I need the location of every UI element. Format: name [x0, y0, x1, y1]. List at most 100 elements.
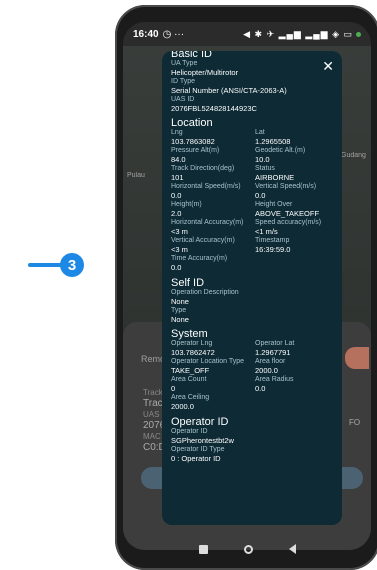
field-label: Area floor [255, 358, 286, 365]
location-field: Track Direction(deg) 101 [171, 165, 255, 183]
field-label: Status [255, 165, 275, 172]
location-field: Height Over ABOVE_TAKEOFF [255, 201, 339, 219]
field-label: Time Accuracy(m) [171, 255, 228, 262]
location-field: Vertical Speed(m/s) 0.0 [255, 183, 339, 201]
location-field: Pressure Alt(m) 84.0 [171, 147, 255, 165]
field-label: Vertical Accuracy(m) [171, 237, 235, 244]
field-label: Operator Location Type [171, 358, 245, 365]
field-label: Geodetic Alt.(m) [255, 147, 306, 154]
navigation-bar [123, 538, 371, 560]
field-label: Lat [255, 129, 265, 136]
field-value: 0.0 [171, 191, 182, 200]
location-field: Time Accuracy(m) 0.0 [171, 255, 255, 273]
field-value: 16:39:59.0 [255, 245, 291, 254]
battery-indicator-icon [356, 31, 361, 37]
field-label: Height(m) [171, 201, 202, 208]
field-value: <3 m [171, 227, 188, 236]
field-value: AIRBORNE [255, 173, 295, 182]
field-value: 103.7862472 [171, 348, 215, 357]
location-field: Lng 103.7863082 [171, 129, 255, 147]
field-label: Operator Lng [171, 340, 213, 347]
field-label: Vertical Speed(m/s) [255, 183, 317, 190]
field-value: 1.2967791 [255, 348, 291, 357]
section-title-system: System [171, 328, 208, 340]
section-title-location: Location [171, 117, 213, 129]
field-label: Height Over [255, 201, 293, 208]
field-value: None [171, 315, 189, 324]
field-value: 103.7863082 [171, 137, 215, 146]
location-field: Speed accuracy(m/s) <1 m/s [255, 219, 339, 237]
field-value: 0 [171, 384, 176, 393]
system-field: Area Count 0 [171, 376, 255, 394]
back-triangle-icon[interactable] [288, 544, 296, 554]
field-label: Area Count [171, 376, 207, 383]
location-field: Status AIRBORNE [255, 165, 339, 183]
field-value: 0.0 [255, 191, 266, 200]
field-label: Track Direction(deg) [171, 165, 235, 172]
field-value: 2.0 [171, 209, 182, 218]
background-right-label: FO [349, 418, 361, 427]
status-extra: ◷ ··· [162, 28, 185, 40]
field-label: Operator ID [171, 428, 208, 435]
field-label: Lng [171, 129, 183, 136]
system-field: Area Radius 0.0 [255, 376, 339, 394]
location-field: Horizontal Speed(m/s) 0.0 [171, 183, 255, 201]
field-value: None [171, 297, 189, 306]
system-field: Area Ceiling 2000.0 [171, 394, 255, 412]
field-label: Operation Description [171, 289, 239, 296]
field-value: 84.0 [171, 155, 186, 164]
field-value: TAKE_OFF [171, 366, 210, 375]
field-value: 1.2965508 [255, 137, 291, 146]
field-value: 2076FBL524828144923C [171, 104, 257, 113]
map-label: Pulau [127, 172, 145, 179]
field-label: Timestamp [255, 237, 290, 244]
field-value: Helicopter/Multirotor [171, 68, 239, 77]
location-field: Lat 1.2965508 [255, 129, 339, 147]
field-value: <1 m/s [255, 227, 278, 236]
status-bar: 16:40 ◷ ··· ◀ ✱ ✈ ▂▄▆ ▂▄▆ ◈ ▭ [123, 22, 371, 46]
step-indicator: 3 [28, 253, 90, 277]
status-icons: ◀ ✱ ✈ ▂▄▆ ▂▄▆ ◈ ▭ [243, 28, 353, 39]
step-connector-line [28, 263, 64, 267]
field-label: Operator ID Type [171, 446, 225, 453]
background-orange-button [345, 347, 369, 369]
location-field: Height(m) 2.0 [171, 201, 255, 219]
field-label: Area Ceiling [171, 394, 210, 401]
system-field: Operator Lat 1.2967791 [255, 340, 339, 358]
step-number-badge: 3 [60, 253, 84, 277]
field-label: Horizontal Speed(m/s) [171, 183, 241, 190]
location-field: Vertical Accuracy(m) <3 m [171, 237, 255, 255]
field-label: Speed accuracy(m/s) [255, 219, 322, 226]
field-label: UAS ID [171, 96, 195, 103]
recents-square-icon[interactable] [198, 544, 208, 554]
field-label: Area Radius [255, 376, 294, 383]
field-value: <3 m [171, 245, 188, 254]
section-title-operator-id: Operator ID [171, 416, 229, 428]
status-time: 16:40 [133, 28, 159, 40]
field-value: 2000.0 [171, 402, 194, 411]
field-label: Pressure Alt(m) [171, 147, 220, 154]
field-value: 0.0 [255, 384, 266, 393]
home-circle-icon[interactable] [243, 544, 253, 554]
field-value: 0.0 [171, 263, 182, 272]
field-value: ABOVE_TAKEOFF [255, 209, 320, 218]
field-value: SGPherontestbt2w [171, 436, 234, 445]
location-field: Horizontal Accuracy(m) <3 m [171, 219, 255, 237]
map-label-2: Gudang [341, 152, 366, 159]
section-title-basic-id: Basic ID [171, 51, 212, 60]
location-field: Timestamp 16:39:59.0 [255, 237, 339, 255]
system-field: Operator Lng 103.7862472 [171, 340, 255, 358]
field-value: 10.0 [255, 155, 270, 164]
field-value: Serial Number (ANSI/CTA-2063-A) [171, 86, 287, 95]
dialog-content: Basic ID UA Type Helicopter/Multirotor I… [171, 51, 339, 464]
location-grid: Lng 103.7863082 Lat 1.2965508 Pressure Alt… [171, 129, 339, 273]
system-field: Area floor 2000.0 [255, 358, 339, 376]
field-label: Type [171, 307, 187, 314]
section-title-self-id: Self ID [171, 277, 205, 289]
system-grid: Operator Lng 103.7862472 Operator Lat 1.29… [171, 340, 339, 412]
field-value: 0 : Operator ID [171, 454, 221, 463]
field-label: Operator Lat [255, 340, 295, 347]
field-label: ID Type [171, 78, 195, 85]
remote-id-details-dialog: ✕ Basic ID UA Type Helicopter/Multirotor… [162, 51, 342, 525]
field-value: 2000.0 [255, 366, 278, 375]
